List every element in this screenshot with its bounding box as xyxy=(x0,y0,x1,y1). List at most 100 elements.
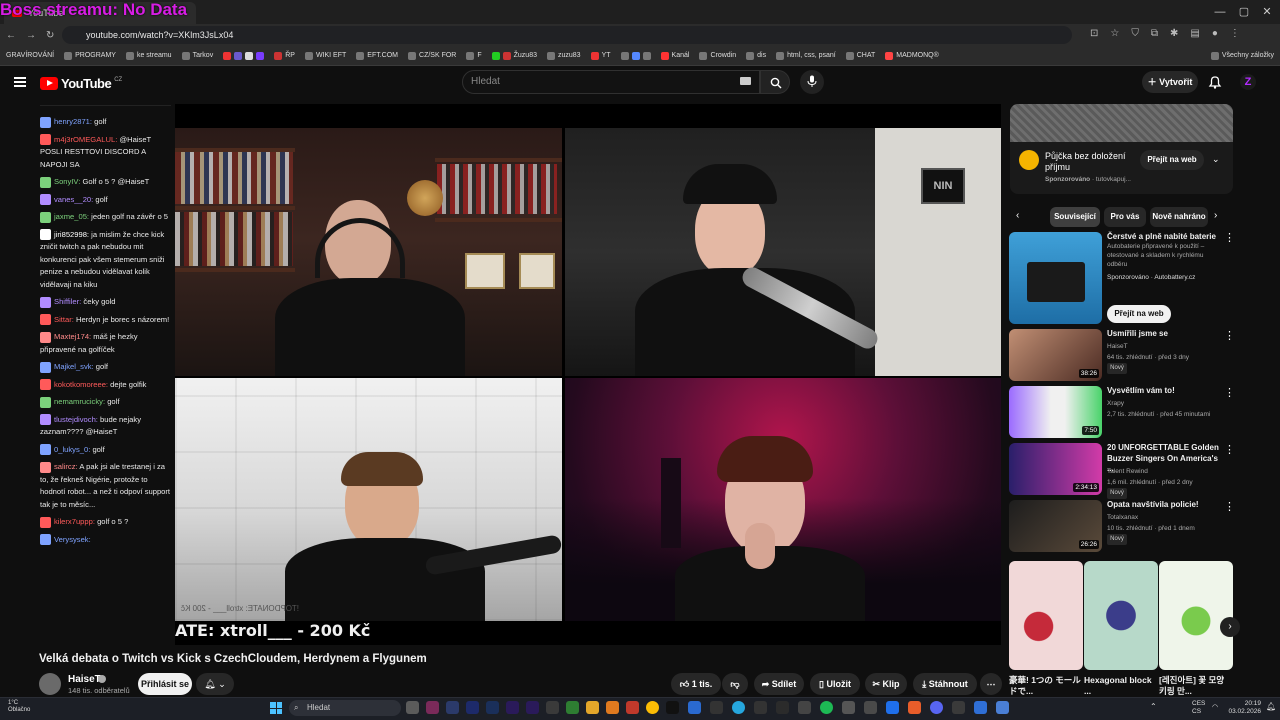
share-button[interactable]: ➦ Sdílet xyxy=(754,673,804,695)
chat-user-avatar[interactable] xyxy=(40,414,51,425)
all-bookmarks[interactable]: Všechny záložky xyxy=(1210,51,1274,60)
keyboard-icon[interactable] xyxy=(740,77,751,85)
app-icon[interactable] xyxy=(426,701,439,714)
more-actions-button[interactable]: ⋯ xyxy=(980,673,1002,695)
premiere-icon[interactable] xyxy=(526,701,539,714)
chat-user-avatar[interactable] xyxy=(40,361,51,373)
tiktok-icon[interactable] xyxy=(666,701,679,714)
chat-username[interactable]: 0_lukys_0: xyxy=(54,445,90,454)
sidebar-icon[interactable]: ▤ xyxy=(1190,28,1199,39)
more-vertical-icon[interactable]: ⋮ xyxy=(1224,231,1235,244)
chat-username[interactable]: jiri852998: xyxy=(54,230,89,239)
chat-username[interactable]: Sittar: xyxy=(54,315,74,324)
spotify-icon[interactable] xyxy=(820,701,833,714)
chat-user-avatar[interactable] xyxy=(40,461,51,473)
profile-icon[interactable]: ● xyxy=(1212,28,1218,39)
chat-user-avatar[interactable] xyxy=(40,176,51,188)
task-view-icon[interactable] xyxy=(406,701,419,714)
subscribe-button[interactable]: Přihlásit se xyxy=(138,673,192,695)
video-title[interactable]: Opata navštívila policie! xyxy=(1107,500,1219,511)
bookmark-item[interactable]: Kanál xyxy=(660,51,689,60)
like-button[interactable]: 👍︎ 1 tis. xyxy=(671,673,721,695)
ad-visit-button[interactable]: Přejít na web xyxy=(1107,305,1171,323)
bookmark-item[interactable]: Tarkov xyxy=(181,51,213,60)
star-icon[interactable]: ☆ xyxy=(1110,28,1119,39)
chat-user-avatar[interactable] xyxy=(40,314,51,325)
youtube-logo[interactable]: YouTube CZ xyxy=(40,76,122,91)
more-vertical-icon[interactable]: ⋮ xyxy=(1224,386,1235,399)
chat-user-avatar[interactable] xyxy=(40,516,51,528)
shorts-next-icon[interactable]: › xyxy=(1220,617,1240,637)
chat-user-avatar[interactable] xyxy=(40,116,51,128)
app-icon[interactable] xyxy=(908,701,921,714)
app-icon[interactable] xyxy=(626,701,639,714)
bookmark-item[interactable]: html, css, psaní xyxy=(776,51,836,60)
maximize-icon[interactable]: ▢ xyxy=(1233,3,1255,21)
taskbar-clock[interactable]: 20:19 03.02.2026 xyxy=(1223,700,1261,716)
more-vertical-icon[interactable]: ⋮ xyxy=(1224,500,1235,513)
chevron-down-icon[interactable]: ⌄ xyxy=(1212,154,1220,165)
bookmark-item[interactable]: dis xyxy=(746,51,766,60)
dislike-button[interactable]: 👎︎ xyxy=(722,673,748,695)
telegram-icon[interactable] xyxy=(732,701,745,714)
chip-new[interactable]: Nově nahráno xyxy=(1150,207,1208,227)
ad-banner-image[interactable] xyxy=(1010,104,1233,142)
chat-user-avatar[interactable] xyxy=(40,379,51,390)
search-button[interactable] xyxy=(760,70,790,94)
after-effects-icon[interactable] xyxy=(466,701,479,714)
bookmark-item[interactable]: F xyxy=(466,51,482,60)
app-icon[interactable] xyxy=(842,701,855,714)
discord-icon[interactable] xyxy=(930,701,943,714)
extension-icon[interactable]: ⧉ xyxy=(1151,28,1158,39)
chip-for-you[interactable]: Pro vás xyxy=(1104,207,1146,227)
minimize-icon[interactable]: — xyxy=(1209,3,1231,21)
forward-icon[interactable]: → xyxy=(26,30,36,41)
video-thumbnail[interactable]: 26:26 xyxy=(1009,500,1102,552)
short-title[interactable]: [레진아트] 꽃 모양 키링 만... xyxy=(1159,675,1233,697)
language-indicator[interactable]: CES CS xyxy=(1192,700,1205,716)
search-input[interactable]: Hledat xyxy=(462,70,760,94)
notifications-bell-icon[interactable] xyxy=(1207,74,1223,90)
chip-related[interactable]: Související xyxy=(1050,207,1100,227)
app-icon[interactable] xyxy=(546,701,559,714)
channel-avatar[interactable] xyxy=(39,673,61,695)
notification-center-icon[interactable]: 🔔︎ xyxy=(1266,702,1276,711)
bookmark-item[interactable]: GRAVÍROVÁNÍ xyxy=(6,52,54,59)
chat-username[interactable]: tlustejdivoch: xyxy=(54,415,98,424)
back-icon[interactable]: ← xyxy=(6,30,16,41)
chat-user-avatar[interactable] xyxy=(40,396,51,408)
chat-user-avatar[interactable] xyxy=(40,331,51,343)
ad-title[interactable]: Půjčka bez doložení příjmu xyxy=(1045,151,1135,173)
chat-user-avatar[interactable] xyxy=(40,296,51,308)
weather-widget[interactable]: 1°C Oblačno xyxy=(8,700,30,714)
bookmark-item[interactable] xyxy=(620,51,651,60)
bookmark-item[interactable]: PROGRAMY xyxy=(64,51,116,60)
bookmark-item[interactable]: CZ/SK FOR xyxy=(408,51,456,60)
chrome-icon[interactable] xyxy=(646,701,659,714)
video-title[interactable]: Čerstvé a plně nabité baterie xyxy=(1107,232,1219,243)
chat-username[interactable]: m4j3rOMEGALUL: xyxy=(54,135,117,144)
channel-name[interactable]: HaiseT xyxy=(68,674,101,685)
url-field[interactable]: youtube.com/watch?v=XKlm3JsLx04 xyxy=(62,26,1072,44)
short-thumbnail[interactable] xyxy=(1009,561,1083,670)
video-title[interactable]: Usmířili jsme se xyxy=(1107,329,1219,340)
app-icon[interactable] xyxy=(710,701,723,714)
short-title[interactable]: Hexagonal block ... xyxy=(1084,675,1158,697)
short-thumbnail[interactable] xyxy=(1084,561,1158,670)
video-thumbnail[interactable]: 2:34:13 xyxy=(1009,443,1102,495)
chat-username[interactable]: Majkel_svk: xyxy=(54,362,94,371)
chat-username[interactable]: Verysysek: xyxy=(54,535,91,544)
app-icon[interactable] xyxy=(864,701,877,714)
ad-visit-button[interactable]: Přejít na web xyxy=(1140,150,1204,170)
chat-username[interactable]: jaxme_05: xyxy=(54,212,89,221)
video-thumbnail[interactable] xyxy=(1009,232,1102,324)
short-title[interactable]: 豪華! 1つの モールドで... xyxy=(1009,675,1083,697)
hamburger-menu-icon[interactable] xyxy=(14,77,26,87)
video-title[interactable]: Vysvětlím vám to! xyxy=(1107,386,1219,397)
system-tray-chevron-icon[interactable]: ⌃ xyxy=(1150,702,1157,711)
app-icon[interactable] xyxy=(974,701,987,714)
app-icon[interactable] xyxy=(606,701,619,714)
notification-bell-button[interactable]: 🔔︎ ⌄ xyxy=(196,673,234,695)
bookmark-item[interactable]: CHAT xyxy=(845,51,875,60)
bookmark-item[interactable]: Crowdin xyxy=(699,51,736,60)
